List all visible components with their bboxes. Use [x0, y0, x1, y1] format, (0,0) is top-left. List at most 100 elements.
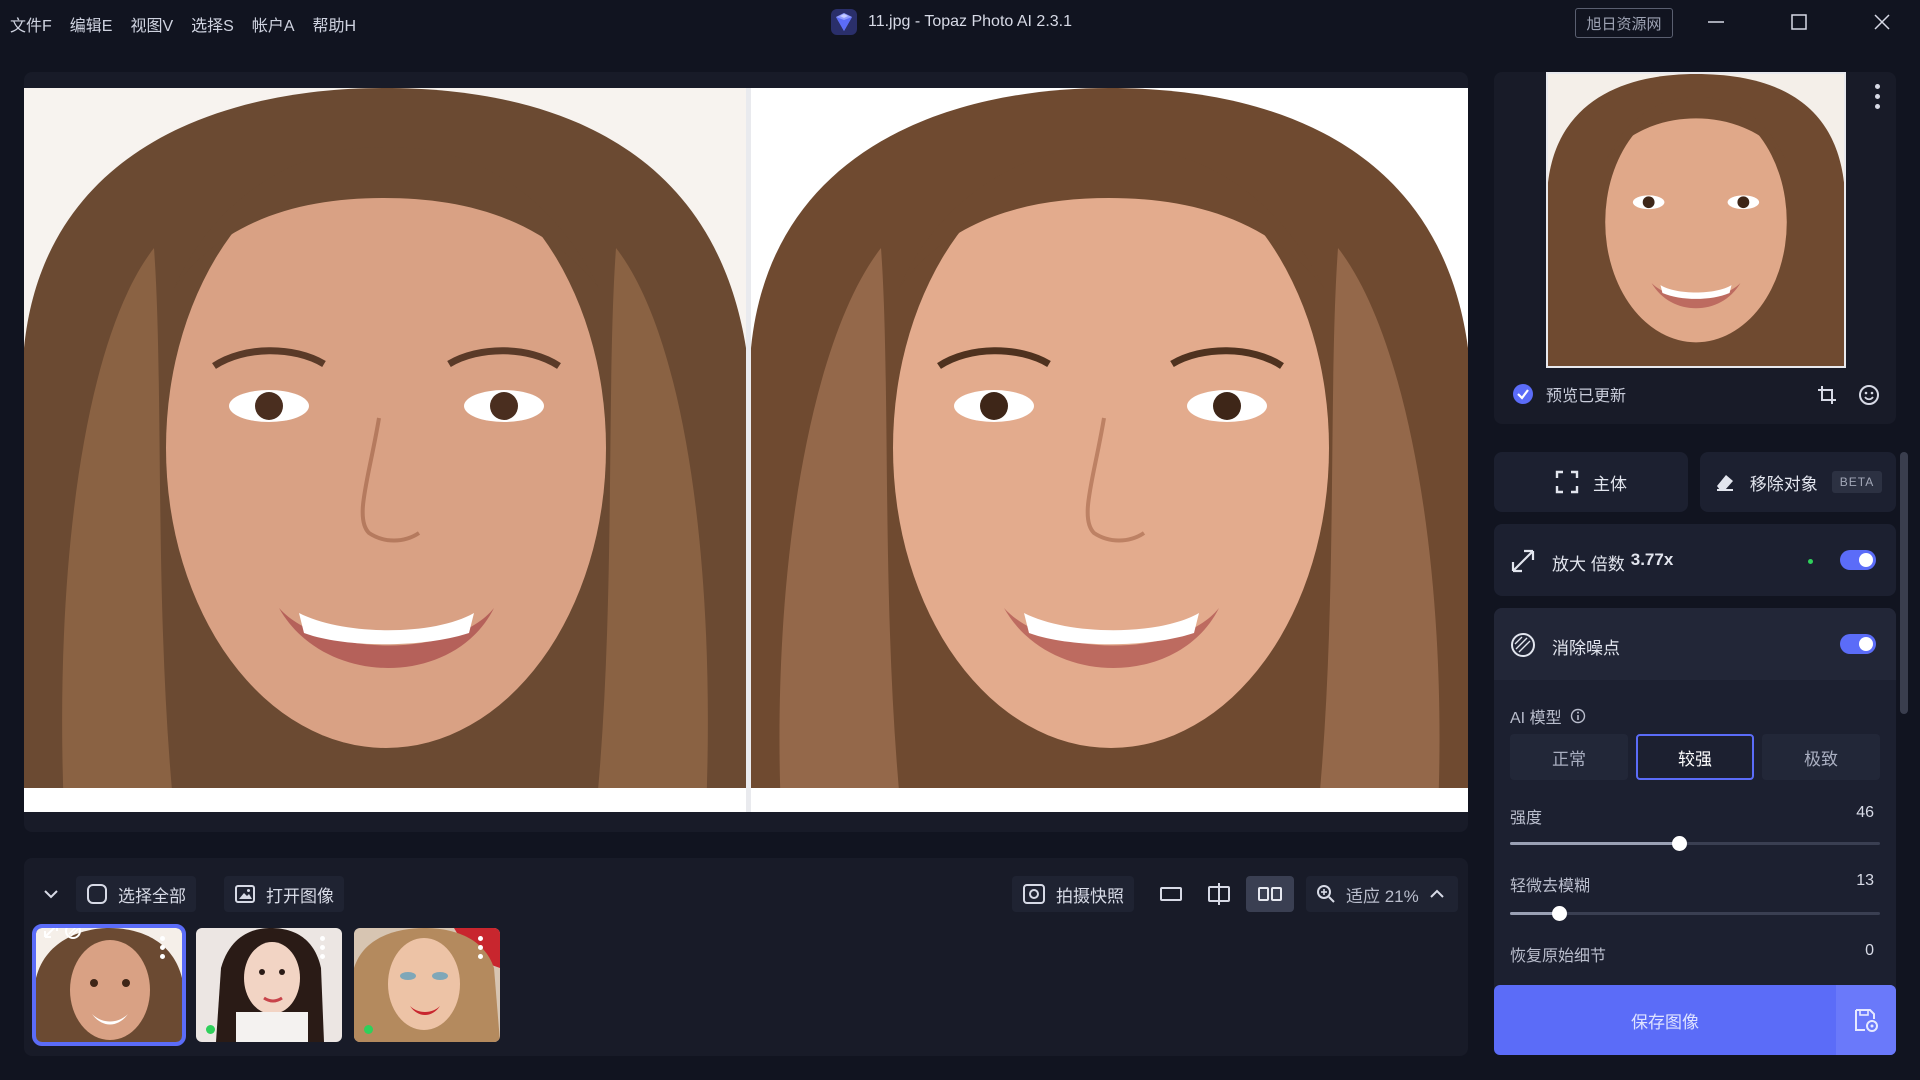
maximize-icon: [1791, 14, 1807, 30]
strength-label: 强度: [1510, 810, 1543, 827]
snapshot-label: 拍摄快照: [1056, 886, 1124, 906]
zoom-in-icon: [1317, 885, 1335, 903]
processed-status-dot: [364, 1025, 373, 1034]
thumbnail-menu-icon[interactable]: [478, 936, 484, 959]
denoise-toggle[interactable]: [1840, 634, 1876, 654]
menu-account[interactable]: 帐户A: [252, 12, 295, 36]
denoise-badge-icon: [65, 928, 81, 939]
split-view-button[interactable]: [1196, 876, 1242, 912]
camera-icon: [1023, 884, 1045, 904]
subject-focus-icon: [1555, 470, 1579, 494]
info-icon[interactable]: [1570, 708, 1586, 724]
ai-model-heading: AI 模型: [1510, 704, 1586, 728]
save-settings-icon: [1855, 1009, 1878, 1032]
zoom-control[interactable]: 适应 21%: [1306, 876, 1458, 912]
crop-icon[interactable]: [1816, 384, 1838, 406]
snapshot-button[interactable]: 拍摄快照: [1012, 876, 1134, 912]
menu-edit[interactable]: 编辑E: [70, 12, 113, 36]
deblur-label: 轻微去模糊: [1510, 878, 1591, 895]
preview-menu-icon[interactable]: [1875, 84, 1880, 109]
select-all-button[interactable]: 选择全部: [76, 876, 196, 912]
menu-help[interactable]: 帮助H: [313, 12, 357, 36]
minimize-button[interactable]: [1692, 6, 1740, 38]
title-bar: 文件F 编辑E 视图V 选择S 帐户A 帮助H 11.jpg - Topaz P…: [0, 0, 1920, 44]
filmstrip-panel: 选择全部 打开图像 拍摄快照 适应 21%: [24, 858, 1468, 1056]
chevron-down-icon: [44, 890, 58, 899]
upscale-icon: [1511, 549, 1535, 573]
preview-status: 预览已更新: [1512, 382, 1626, 406]
thumbnail-menu-icon[interactable]: [320, 936, 326, 959]
chevron-up-icon: [1430, 889, 1444, 898]
settings-panel: 预览已更新 主体 移除对象 BETA 放大 倍数 3.77x 消除噪点 AI 模…: [1494, 72, 1896, 1048]
image-canvas[interactable]: [24, 72, 1468, 832]
close-button[interactable]: [1858, 6, 1906, 38]
remove-object-button[interactable]: 移除对象 BETA: [1700, 452, 1896, 512]
subject-label: 主体: [1593, 474, 1627, 494]
thumbnail-1[interactable]: [32, 924, 186, 1046]
denoise-icon: [1511, 633, 1535, 657]
save-options-button[interactable]: [1836, 985, 1896, 1055]
deblur-value: 13: [1856, 872, 1874, 889]
window-title: 11.jpg - Topaz Photo AI 2.3.1: [830, 8, 1072, 36]
denoise-card: 消除噪点 AI 模型: [1494, 608, 1896, 1048]
preview-image[interactable]: [1546, 72, 1846, 368]
face-icon[interactable]: [1858, 384, 1880, 406]
deblur-slider[interactable]: [1510, 906, 1880, 921]
processed-status-dot: [206, 1025, 215, 1034]
single-view-button[interactable]: [1148, 876, 1194, 912]
thumbnail-3[interactable]: [354, 928, 500, 1042]
save-image-label: 保存图像: [1631, 1012, 1699, 1032]
deblur-slider-handle[interactable]: [1552, 906, 1567, 921]
window-title-text: 11.jpg - Topaz Photo AI 2.3.1: [868, 13, 1072, 30]
strength-slider-handle[interactable]: [1672, 836, 1687, 851]
preview-status-text: 预览已更新: [1546, 388, 1627, 405]
portrait-original: [24, 88, 746, 812]
upscale-card[interactable]: 放大 倍数 3.77x: [1494, 524, 1896, 596]
menu-bar: 文件F 编辑E 视图V 选择S 帐户A 帮助H: [10, 12, 356, 36]
menu-view[interactable]: 视图V: [130, 12, 173, 36]
watermark-badge: 旭日资源网: [1575, 8, 1673, 38]
remove-object-label: 移除对象: [1749, 474, 1818, 494]
thumbnail-2[interactable]: [196, 928, 342, 1042]
checkbox-icon: [87, 884, 107, 904]
upscale-label: 放大 倍数: [1552, 555, 1625, 574]
open-image-button[interactable]: 打开图像: [224, 876, 344, 912]
eraser-icon: [1716, 475, 1733, 491]
beta-badge: BETA: [1831, 471, 1883, 493]
strength-slider[interactable]: [1510, 836, 1880, 851]
image-icon: [235, 885, 255, 903]
upscale-title: 放大 倍数 3.77x: [1552, 550, 1673, 575]
single-view-icon: [1160, 887, 1182, 901]
strength-value: 46: [1856, 804, 1874, 821]
original-image[interactable]: [24, 88, 746, 812]
upscale-toggle[interactable]: [1840, 550, 1876, 570]
open-image-label: 打开图像: [266, 886, 334, 906]
collapse-filmstrip-button[interactable]: [36, 876, 66, 912]
model-strong-button[interactable]: 较强: [1636, 734, 1754, 780]
denoise-label: 消除噪点: [1552, 639, 1620, 658]
ai-model-label: AI 模型: [1510, 710, 1562, 727]
select-all-label: 选择全部: [118, 886, 186, 906]
subject-button[interactable]: 主体: [1494, 452, 1688, 512]
restore-detail-value: 0: [1865, 942, 1874, 959]
menu-select[interactable]: 选择S: [191, 12, 234, 36]
model-extreme-button[interactable]: 极致: [1762, 734, 1880, 780]
preview-section: 预览已更新: [1494, 72, 1896, 424]
menu-file[interactable]: 文件F: [10, 12, 52, 36]
split-view-icon: [1208, 883, 1230, 905]
maximize-button[interactable]: [1775, 6, 1823, 38]
side-by-side-view-button[interactable]: [1246, 876, 1294, 912]
check-circle-icon: [1513, 384, 1533, 404]
zoom-level: 适应 21%: [1346, 886, 1419, 906]
close-icon: [1874, 14, 1890, 30]
upscale-value: 3.77x: [1630, 550, 1674, 569]
upscale-status-dot: [1808, 559, 1813, 564]
side-by-side-icon: [1258, 887, 1282, 901]
topaz-logo-icon: [831, 9, 857, 35]
restore-detail-label: 恢复原始细节: [1510, 948, 1607, 965]
panel-scrollbar[interactable]: [1900, 452, 1908, 714]
processed-image[interactable]: [751, 88, 1468, 812]
model-normal-button[interactable]: 正常: [1510, 734, 1628, 780]
portrait-enhanced: [751, 88, 1468, 812]
save-image-button[interactable]: 保存图像: [1494, 985, 1896, 1055]
